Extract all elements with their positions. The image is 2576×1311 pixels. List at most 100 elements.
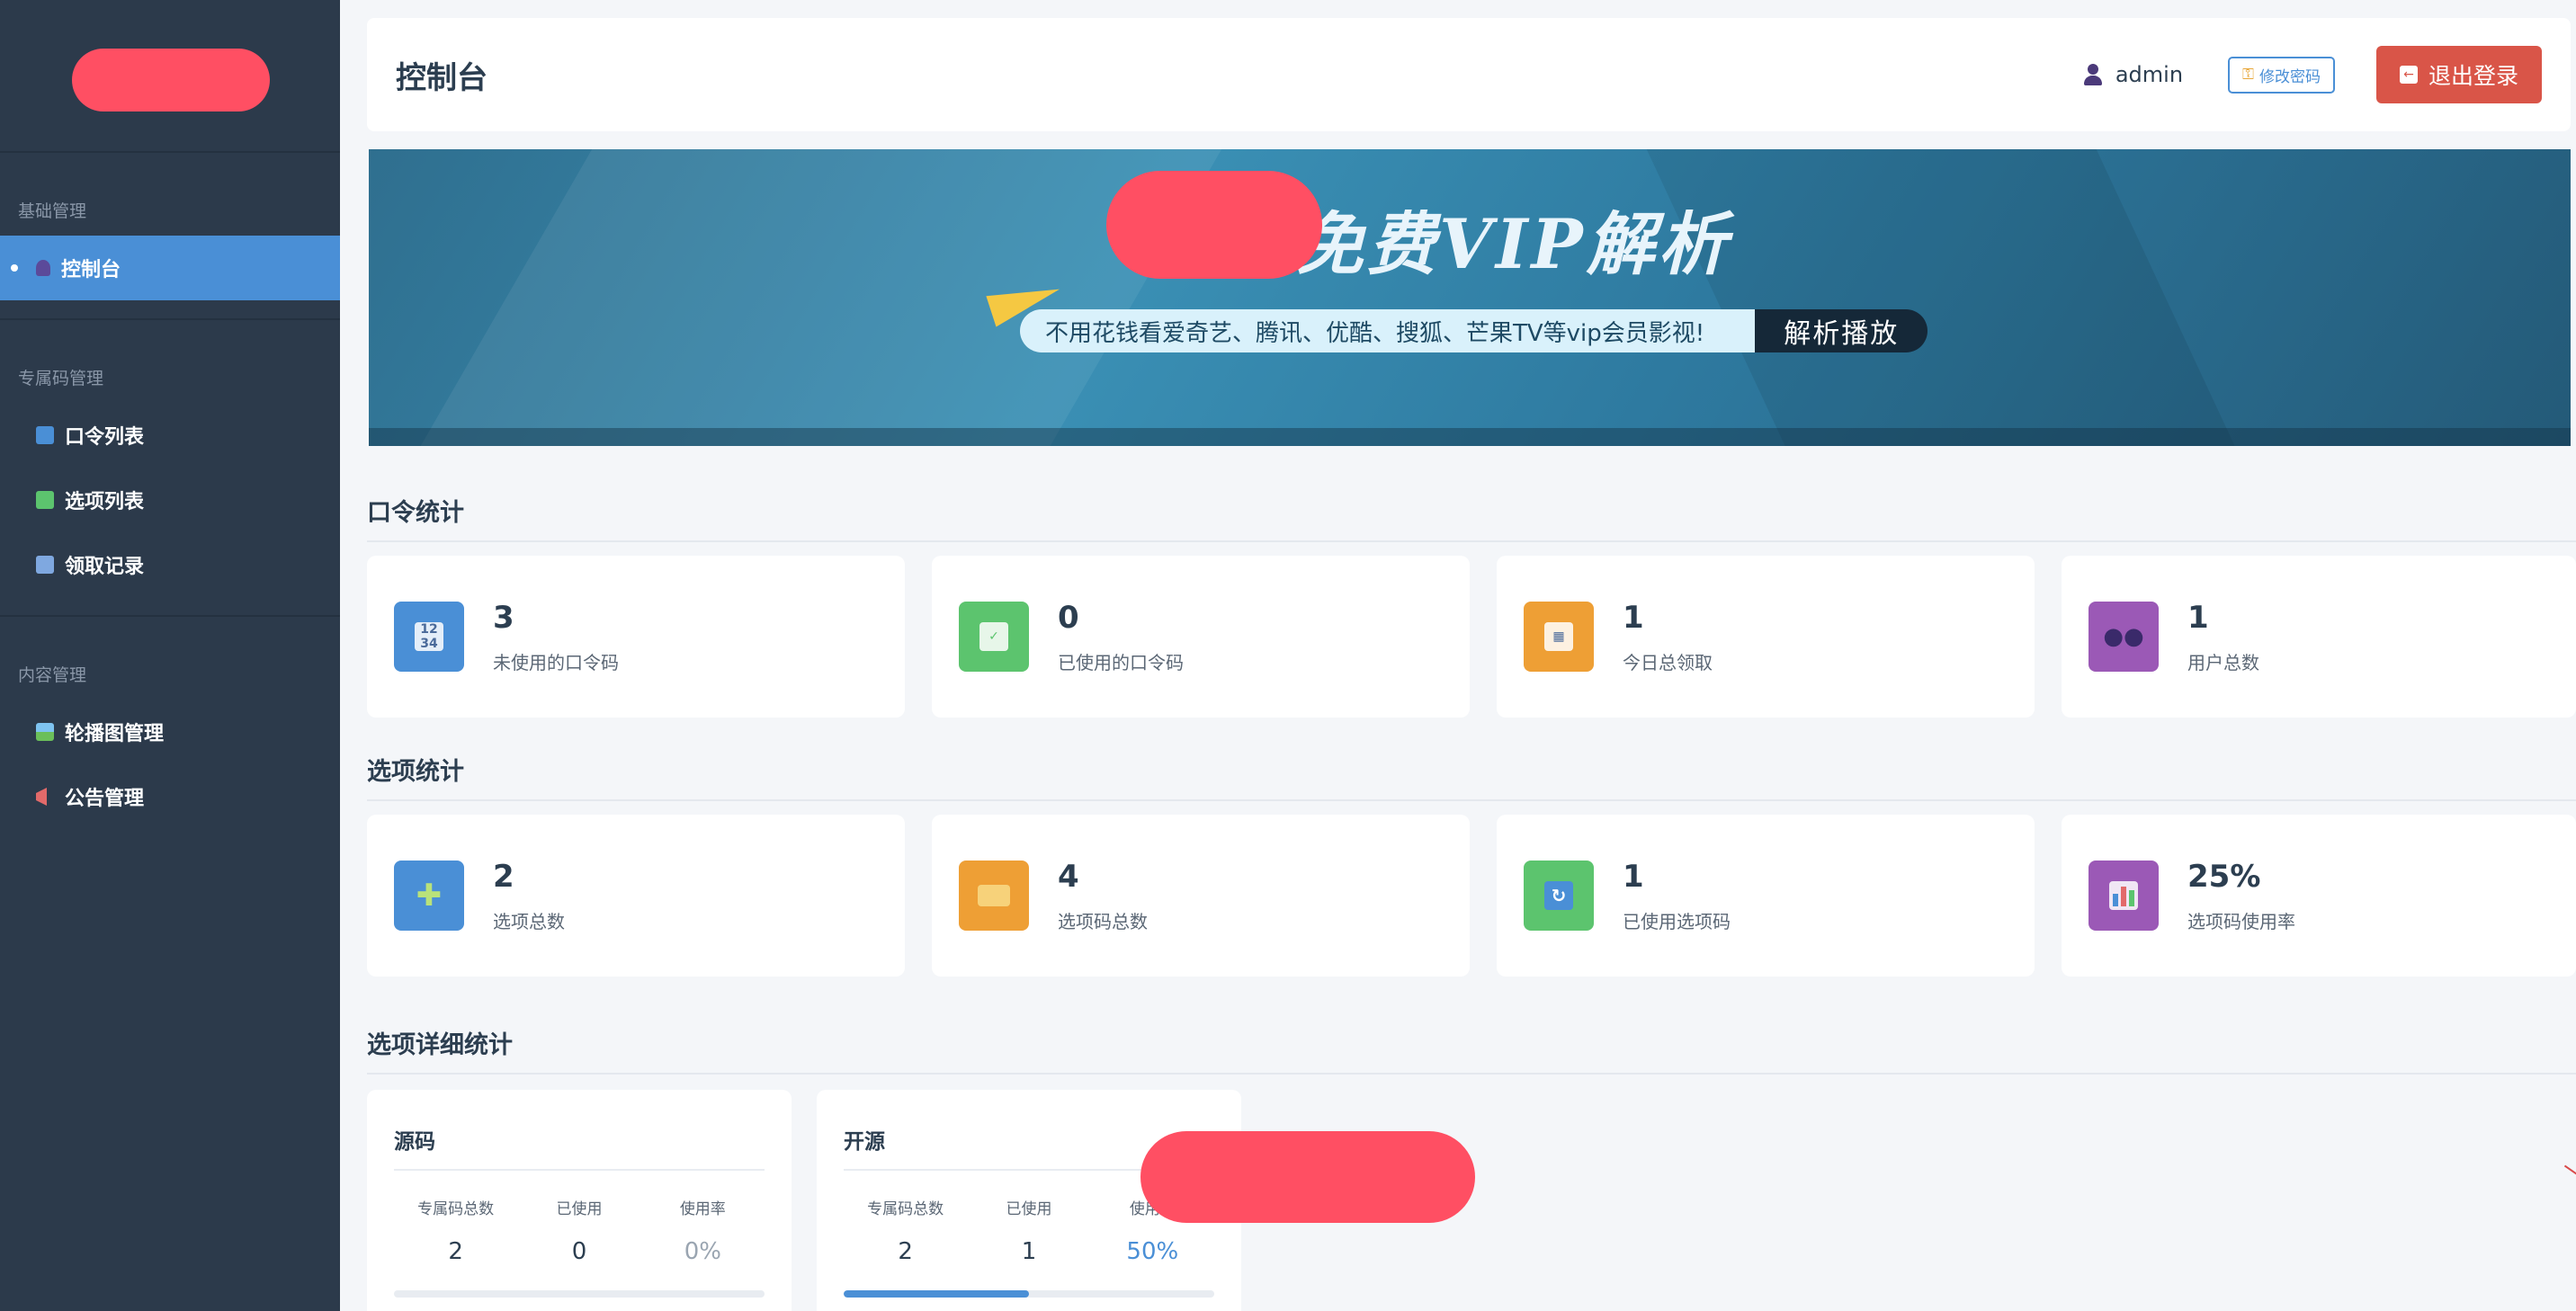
sidebar-section-title: 基础管理 [18, 201, 87, 221]
calendar-icon [36, 556, 54, 574]
logout-label: 退出登录 [2428, 63, 2518, 89]
sidebar-item-label: 轮播图管理 [65, 723, 165, 745]
user-icon [2083, 64, 2103, 85]
detail-grid: 专属码总数 2 已使用 0 使用率 0% [394, 1196, 765, 1265]
stat-label: 选项码总数 [1058, 910, 1148, 932]
cursor-mark [2563, 1164, 2576, 1175]
sidebar-item-code-list[interactable]: 口令列表 [0, 403, 340, 468]
stat-card-used-option-codes: ↻ 1 已使用选项码 [1497, 815, 2035, 977]
logo [72, 49, 270, 111]
sidebar-section-basic: 基础管理 控制台 [0, 153, 340, 320]
sidebar-section-title: 内容管理 [18, 665, 87, 685]
number-grid-icon: 12 34 [394, 602, 464, 672]
banner-title: 免费VIP解析 [1295, 204, 1731, 284]
stat-card-today-claims: ▦ 1 今日总领取 [1497, 556, 2035, 718]
stat-card-total-users: ●● 1 用户总数 [2062, 556, 2576, 718]
sidebar-item-dashboard[interactable]: 控制台 [0, 236, 340, 300]
stat-value: 4 [1058, 858, 1079, 895]
stat-card-total-option-codes: 4 选项码总数 [932, 815, 1470, 977]
stat-card-unused-codes: 12 34 3 未使用的口令码 [367, 556, 905, 718]
detail-label: 专属码总数 [867, 1200, 944, 1218]
detail-label: 已使用 [1006, 1200, 1052, 1218]
carousel-banner[interactable]: 免费VIP解析 不用花钱看爱奇艺、腾讯、优酷、搜狐、芒果TV等vip会员影视! … [369, 149, 2571, 446]
detail-col-total: 专属码总数 2 [394, 1196, 517, 1265]
stat-label: 已使用选项码 [1623, 910, 1731, 932]
stat-value: 1 [1623, 858, 1644, 895]
banner-subtitle: 不用花钱看爱奇艺、腾讯、优酷、搜狐、芒果TV等vip会员影视! [1020, 309, 1756, 352]
detail-value: 50% [1126, 1238, 1179, 1265]
header: 控制台 admin ⚿ 修改密码 ← 退出登录 [367, 18, 2571, 131]
id-card-icon [959, 861, 1029, 931]
stat-value: 2 [493, 858, 514, 895]
stat-label: 用户总数 [2187, 651, 2259, 673]
detail-col-total: 专属码总数 2 [844, 1196, 967, 1265]
detail-label: 使用率 [679, 1200, 726, 1218]
sidebar-item-announcements[interactable]: 公告管理 [0, 764, 340, 829]
stat-label: 未使用的口令码 [493, 651, 619, 673]
stat-label: 选项码使用率 [2187, 910, 2295, 932]
refresh-icon: ↻ [1524, 861, 1594, 931]
detail-col-used: 已使用 1 [967, 1196, 1090, 1265]
username: admin [2115, 62, 2184, 87]
sidebar-section-content: 内容管理 轮播图管理 公告管理 [0, 617, 340, 829]
detail-label: 已使用 [556, 1200, 603, 1218]
sidebar-item-label: 控制台 [61, 259, 121, 281]
sidebar-item-label: 选项列表 [65, 491, 145, 513]
detail-value: 1 [1021, 1238, 1037, 1265]
sidebar-section-title: 专属码管理 [18, 369, 104, 388]
stat-label: 今日总领取 [1623, 651, 1713, 673]
sidebar: 基础管理 控制台 专属码管理 口令列表 选项列表 领取记录 内容管理 轮播图管理 [0, 0, 340, 1311]
redaction-mark [1140, 1131, 1475, 1223]
stat-value: 1 [1623, 599, 1644, 636]
calendar-icon: ▦ [1524, 602, 1594, 672]
stat-value: 1 [2187, 599, 2209, 636]
section-title-code-stats: 口令统计 [367, 493, 2576, 542]
user-icon [36, 260, 50, 276]
megaphone-icon [36, 788, 47, 806]
stat-value: 25% [2187, 858, 2261, 895]
banner-play-button[interactable]: 解析播放 [1755, 309, 1928, 352]
stat-card-total-options: ✚ 2 选项总数 [367, 815, 905, 977]
puzzle-icon: ✚ [394, 861, 464, 931]
users-icon: ●● [2089, 602, 2159, 672]
image-icon [36, 723, 54, 741]
detail-card-title: 源码 [394, 1090, 765, 1171]
usage-progress-bar [844, 1290, 1214, 1298]
detail-value: 0% [684, 1238, 721, 1265]
change-password-label: 修改密码 [2258, 67, 2321, 86]
detail-card-source: 源码 专属码总数 2 已使用 0 使用率 0% [367, 1090, 792, 1311]
sidebar-item-claim-records[interactable]: 领取记录 [0, 532, 340, 597]
section-title-option-stats: 选项统计 [367, 752, 2576, 801]
page-title: 控制台 [396, 59, 487, 96]
user-info: admin [2083, 62, 2183, 87]
detail-value: 2 [448, 1238, 463, 1265]
logout-button[interactable]: ← 退出登录 [2375, 46, 2542, 103]
section-title-option-detail: 选项详细统计 [367, 1025, 2576, 1075]
change-password-button[interactable]: ⚿ 修改密码 [2228, 56, 2335, 94]
checkbox-icon: ✓ [959, 602, 1029, 672]
stat-value: 0 [1058, 599, 1079, 636]
progress-fill [844, 1290, 1029, 1298]
detail-label: 专属码总数 [417, 1200, 495, 1218]
checkbox-icon [36, 491, 54, 509]
sidebar-item-carousel[interactable]: 轮播图管理 [0, 700, 340, 764]
bar-chart-icon [2089, 861, 2159, 931]
sidebar-item-option-list[interactable]: 选项列表 [0, 468, 340, 532]
detail-value: 0 [571, 1238, 587, 1265]
logo-area [0, 0, 340, 153]
number-grid-icon [36, 426, 54, 444]
detail-value: 2 [898, 1238, 913, 1265]
stat-value: 3 [493, 599, 514, 636]
stat-label: 已使用的口令码 [1058, 651, 1184, 673]
banner-pill: 不用花钱看爱奇艺、腾讯、优酷、搜狐、芒果TV等vip会员影视! 解析播放 [1020, 309, 1928, 352]
detail-col-rate: 使用率 0% [641, 1196, 765, 1265]
stat-card-used-codes: ✓ 0 已使用的口令码 [932, 556, 1470, 718]
stat-card-option-usage-rate: 25% 选项码使用率 [2062, 815, 2576, 977]
logout-arrow-icon: ← [2399, 66, 2418, 84]
banner-bottom-bar [369, 428, 2571, 446]
usage-progress-bar [394, 1290, 765, 1298]
sidebar-item-label: 口令列表 [65, 426, 145, 449]
sidebar-item-label: 领取记录 [65, 556, 145, 578]
sidebar-section-codes: 专属码管理 口令列表 选项列表 领取记录 [0, 320, 340, 617]
active-dot-icon [11, 264, 18, 272]
